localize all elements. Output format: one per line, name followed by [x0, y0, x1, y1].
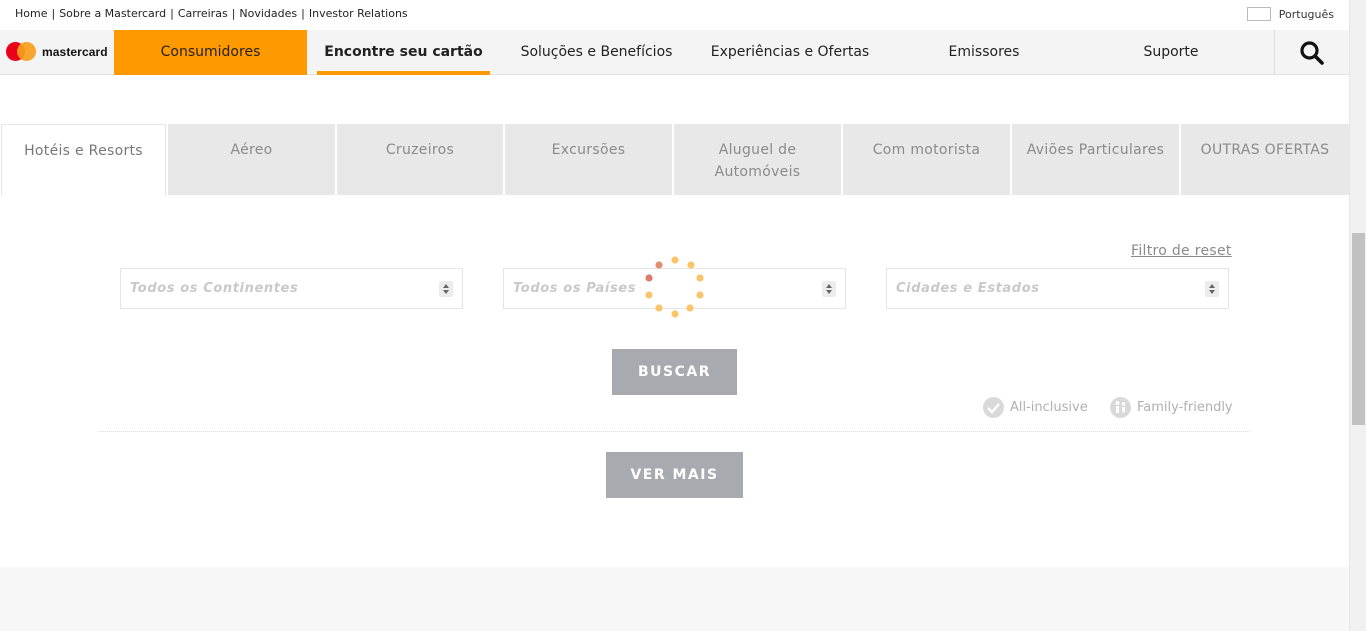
nav-item-experiencias-ofertas[interactable]: Experiências e Ofertas [700, 30, 880, 75]
family-friendly-label: Family-friendly [1137, 400, 1233, 415]
select-arrows-icon [439, 281, 453, 297]
continent-select[interactable]: Todos os Continentes [120, 268, 463, 309]
country-placeholder: Todos os Países [513, 281, 637, 296]
nav-item-consumidores[interactable]: Consumidores [114, 30, 307, 75]
link-carreiras[interactable]: Carreiras [178, 7, 228, 20]
link-novidades[interactable]: Novidades [239, 7, 297, 20]
city-placeholder: Cidades e Estados [896, 281, 1040, 296]
check-icon [983, 397, 1004, 418]
link-investor-relations[interactable]: Investor Relations [309, 7, 408, 20]
reset-filter-link[interactable]: Filtro de reset [1131, 243, 1232, 259]
mastercard-logo[interactable]: mastercard [6, 42, 108, 61]
nav-item-suporte[interactable]: Suporte [1115, 30, 1227, 75]
link-home[interactable]: Home [15, 7, 47, 20]
tab-aereo[interactable]: Aéreo [166, 124, 335, 195]
active-underline [317, 71, 490, 75]
scrollbar-thumb[interactable] [1352, 233, 1365, 425]
select-arrows-icon [1205, 281, 1219, 297]
footer-band [0, 567, 1349, 631]
flag-icon [1246, 7, 1271, 21]
page-scrollbar[interactable] [1349, 0, 1366, 631]
divider [99, 431, 1250, 432]
logo-wordmark: mastercard [42, 44, 108, 59]
tab-excursoes[interactable]: Excursões [503, 124, 672, 195]
category-tabs: Hotéis e Resorts Aéreo Cruzeiros Excursõ… [0, 124, 1349, 195]
search-submit-button[interactable]: BUSCAR [612, 349, 737, 395]
see-more-button[interactable]: VER MAIS [606, 452, 743, 498]
nav-item-encontre-seu-cartao[interactable]: Encontre seu cartão [317, 30, 490, 75]
all-inclusive-label: All-inclusive [1010, 400, 1088, 415]
utility-links: Home | Sobre a Mastercard | Carreiras | Novida… [15, 7, 408, 20]
nav-item-solucoes-beneficios[interactable]: Soluções e Benefícios [510, 30, 683, 75]
tab-avioes-particulares[interactable]: Aviões Particulares [1010, 124, 1179, 195]
search-button[interactable] [1274, 30, 1349, 75]
tab-outras-ofertas[interactable]: OUTRAS OFERTAS [1179, 124, 1349, 195]
family-icon [1110, 397, 1131, 418]
tab-com-motorista[interactable]: Com motorista [841, 124, 1010, 195]
utility-bar: Home | Sobre a Mastercard | Carreiras | Novida… [0, 0, 1349, 30]
city-select[interactable]: Cidades e Estados [886, 268, 1229, 309]
nav-item-emissores[interactable]: Emissores [925, 30, 1043, 75]
logo-yellow-circle-icon [17, 42, 36, 61]
nav-item-label: Encontre seu cartão [324, 44, 483, 60]
link-sobre[interactable]: Sobre a Mastercard [59, 7, 166, 20]
all-inclusive-filter[interactable]: All-inclusive [983, 397, 1088, 418]
loading-spinner-icon [645, 256, 704, 318]
main-nav: mastercard Consumidores Encontre seu car… [0, 30, 1349, 75]
page: Home | Sobre a Mastercard | Carreiras | Novida… [0, 0, 1366, 631]
tab-aluguel-automoveis[interactable]: Aluguel de Automóveis [672, 124, 841, 195]
language-label: Português [1278, 7, 1334, 21]
family-friendly-filter[interactable]: Family-friendly [1110, 397, 1233, 418]
tab-cruzeiros[interactable]: Cruzeiros [335, 124, 503, 195]
select-arrows-icon [822, 281, 836, 297]
language-selector[interactable]: Português [1246, 7, 1334, 21]
tab-hoteis-resorts[interactable]: Hotéis e Resorts [1, 124, 166, 195]
search-icon [1300, 40, 1324, 65]
continent-placeholder: Todos os Continentes [130, 281, 299, 296]
